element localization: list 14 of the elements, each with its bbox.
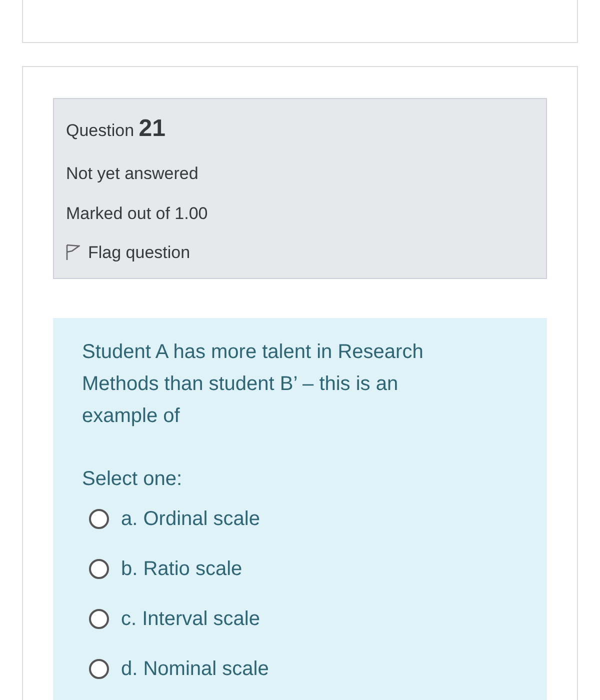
- flag-question-link[interactable]: Flag question: [66, 240, 190, 266]
- select-prompt: Select one:: [82, 466, 184, 492]
- radio-button[interactable]: [89, 608, 109, 628]
- option-label[interactable]: d. Nominal scale: [121, 654, 269, 684]
- radio-button[interactable]: [89, 658, 109, 678]
- radio-button[interactable]: [89, 508, 109, 528]
- option-label[interactable]: b. Ratio scale: [121, 554, 242, 584]
- answer-state: Not yet answered: [66, 163, 200, 185]
- option-label[interactable]: c. Interval scale: [121, 604, 260, 634]
- question-text: Student A has more talent in Research Methods than student B’ – this is an example of: [82, 340, 424, 428]
- marks-text: Marked out of 1.00: [66, 202, 209, 224]
- option-label[interactable]: a. Ordinal scale: [121, 504, 260, 534]
- radio-button[interactable]: [89, 558, 109, 578]
- question-number: Question 21: [66, 114, 166, 144]
